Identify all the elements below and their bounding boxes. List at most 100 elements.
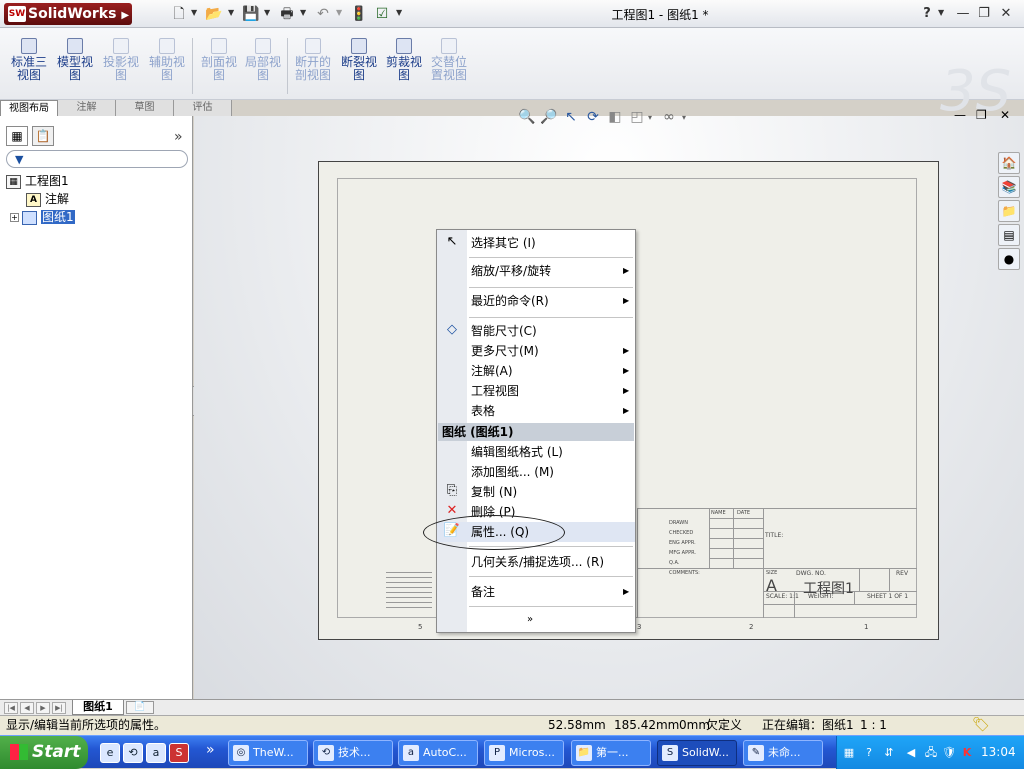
command-tab-0[interactable]: 视图布局 xyxy=(0,100,58,116)
display-dropdown-icon[interactable]: ▾ xyxy=(648,113,652,122)
open-icon[interactable]: 📂 xyxy=(205,5,223,23)
taskbar-button-6[interactable]: ✎ 未命... xyxy=(743,740,823,766)
prev-sheet-icon[interactable]: ◀ xyxy=(20,702,34,714)
menu-item-sheet-1[interactable]: 添加图纸... (M) xyxy=(437,462,635,482)
select-icon[interactable]: ↖ xyxy=(562,108,580,126)
first-sheet-icon[interactable]: |◀ xyxy=(4,702,18,714)
doc-minimize-icon[interactable]: — xyxy=(954,108,966,122)
new-dropdown-icon[interactable]: ▼ xyxy=(191,8,197,17)
menu-item-3[interactable]: ◇ 智能尺寸(C) xyxy=(437,321,635,341)
add-sheet-icon[interactable]: 📄 xyxy=(126,701,154,714)
print-dropdown-icon[interactable]: ▼ xyxy=(300,8,306,17)
ie-quicklaunch-icon[interactable]: e xyxy=(100,743,120,763)
menu-item-sheet-5[interactable]: 几何关系/捕捉选项... (R) xyxy=(437,552,635,572)
tray-expand-icon[interactable]: ◀ xyxy=(903,745,919,761)
help-tray-icon[interactable]: ? xyxy=(861,745,877,761)
next-sheet-icon[interactable]: ▶ xyxy=(36,702,50,714)
start-button[interactable]: Start xyxy=(0,736,88,769)
menu-item-5[interactable]: 注解(A) ▶ xyxy=(437,361,635,381)
messenger-quicklaunch-icon[interactable]: ⟲ xyxy=(123,743,143,763)
rotate-icon[interactable]: ⟳ xyxy=(584,108,602,126)
more-quicklaunch-icon[interactable]: » xyxy=(206,742,215,758)
taskbar-button-3[interactable]: P Micros... xyxy=(484,740,564,766)
tree-root[interactable]: ▦ 工程图1 xyxy=(6,172,69,190)
section-view-icon[interactable]: ◧ xyxy=(606,108,624,126)
menu-item-6[interactable]: 工程视图 ▶ xyxy=(437,381,635,401)
last-sheet-icon[interactable]: ▶| xyxy=(52,702,66,714)
menu-item-sheet-6[interactable]: 备注 ▶ xyxy=(437,582,635,602)
maximize-icon[interactable]: ❐ xyxy=(975,5,993,23)
save-icon[interactable]: 💾 xyxy=(242,5,260,23)
menu-item-4[interactable]: 更多尺寸(M) ▶ xyxy=(437,341,635,361)
menu-item-sheet-0[interactable]: 编辑图纸格式 (L) xyxy=(437,442,635,462)
taskbar-button-1[interactable]: ⟲ 技术... xyxy=(313,740,393,766)
autocad-quicklaunch-icon[interactable]: a xyxy=(146,743,166,763)
ribbon-button-7[interactable]: 断裂视 图 xyxy=(336,32,382,96)
taskbar-button-4[interactable]: 📁 第一... xyxy=(571,740,651,766)
file-explorer-icon[interactable]: 📁 xyxy=(998,200,1020,222)
taskbar-button-0[interactable]: ◎ TheW... xyxy=(228,740,308,766)
property-manager-tab-icon[interactable]: 📋 xyxy=(32,126,54,146)
ribbon-button-5[interactable]: 局部视 图 xyxy=(240,32,286,96)
doc-close-icon[interactable]: ✕ xyxy=(1000,108,1010,122)
hide-show-dropdown-icon[interactable]: ▾ xyxy=(682,113,686,122)
hide-show-icon[interactable]: ∞ xyxy=(660,108,678,126)
open-dropdown-icon[interactable]: ▼ xyxy=(228,8,234,17)
ribbon-button-6[interactable]: 断开的 剖视图 xyxy=(290,32,336,96)
ribbon-button-3[interactable]: 辅助视 图 xyxy=(144,32,190,96)
ribbon-button-0[interactable]: 标准三 视图 xyxy=(6,32,52,96)
print-icon[interactable]: 🖶 xyxy=(278,5,296,23)
menu-item-1[interactable]: 缩放/平移/旋转 ▶ xyxy=(437,261,635,281)
rebuild-icon[interactable]: 🚦 xyxy=(350,5,368,23)
tree-item-annotations[interactable]: A 注解 xyxy=(26,190,69,208)
doc-restore-icon[interactable]: ❐ xyxy=(976,108,987,122)
design-library-icon[interactable]: 📚 xyxy=(998,176,1020,198)
ribbon-button-1[interactable]: 模型视 图 xyxy=(52,32,98,96)
antivirus-icon[interactable]: 🛡 xyxy=(941,745,957,761)
feature-tree-tab-icon[interactable]: ▦ xyxy=(6,126,28,146)
menu-separator xyxy=(469,317,633,318)
ribbon-button-9[interactable]: 交替位 置视图 xyxy=(426,32,472,96)
expand-panel-icon[interactable]: » xyxy=(174,129,183,145)
tree-filter-input[interactable]: ▼ xyxy=(6,150,188,168)
menu-item-2[interactable]: 最近的命令(R) ▶ xyxy=(437,291,635,311)
expand-icon[interactable]: + xyxy=(10,213,19,222)
help-button[interactable]: ? xyxy=(918,5,936,23)
solidworks-resources-icon[interactable]: 🏠 xyxy=(998,152,1020,174)
command-tab-3[interactable]: 评估 xyxy=(174,100,232,116)
minimize-icon[interactable]: — xyxy=(954,5,972,23)
command-tab-2[interactable]: 草图 xyxy=(116,100,174,116)
menu-item-0[interactable]: ↖ 选择其它 (I) xyxy=(437,233,635,253)
new-icon[interactable]: 🗋 xyxy=(170,5,188,23)
display-style-icon[interactable]: ◰ xyxy=(628,108,646,126)
sheet-tab-sheet1[interactable]: 图纸1 xyxy=(72,700,124,715)
ribbon-button-2[interactable]: 投影视 图 xyxy=(98,32,144,96)
solidworks-quicklaunch-icon[interactable]: S xyxy=(169,743,189,763)
options-dropdown-icon[interactable]: ▼ xyxy=(396,8,402,17)
undo-dropdown-icon[interactable]: ▼ xyxy=(336,8,342,17)
command-tab-1[interactable]: 注解 xyxy=(58,100,116,116)
view-palette-icon[interactable]: ▤ xyxy=(998,224,1020,246)
taskbar-button-2[interactable]: a AutoC... xyxy=(398,740,478,766)
undo-icon[interactable]: ↶ xyxy=(314,5,332,23)
taskbar-button-5[interactable]: S SolidW... xyxy=(657,740,737,766)
close-icon[interactable]: ✕ xyxy=(997,5,1015,23)
solidworks-menu-button[interactable]: SW SolidWorks ▶ xyxy=(4,3,132,25)
appearances-icon[interactable]: ● xyxy=(998,248,1020,270)
zoom-to-fit-icon[interactable]: 🔍 xyxy=(518,108,536,126)
expand-menu-icon[interactable]: » xyxy=(527,614,533,625)
ribbon-button-8[interactable]: 剪裁视 图 xyxy=(381,32,427,96)
tag-icon[interactable]: 🏷 xyxy=(972,716,990,735)
save-dropdown-icon[interactable]: ▼ xyxy=(264,8,270,17)
zoom-to-area-icon[interactable]: 🔎 xyxy=(540,108,558,126)
network-icon[interactable]: 🖧 xyxy=(923,745,939,761)
options-icon[interactable]: ☑ xyxy=(373,5,391,23)
ribbon-button-4[interactable]: 剖面视 图 xyxy=(196,32,242,96)
tree-item-sheet1[interactable]: + 图纸1 xyxy=(10,208,75,226)
kaspersky-icon[interactable]: K xyxy=(959,745,975,761)
menu-item-sheet-2[interactable]: ⎘ 复制 (N) xyxy=(437,482,635,502)
calculator-icon[interactable]: ▦ xyxy=(841,745,857,761)
help-dropdown-icon[interactable]: ▼ xyxy=(938,8,944,17)
tray-icon[interactable]: ⇵ xyxy=(881,745,897,761)
menu-item-7[interactable]: 表格 ▶ xyxy=(437,401,635,421)
